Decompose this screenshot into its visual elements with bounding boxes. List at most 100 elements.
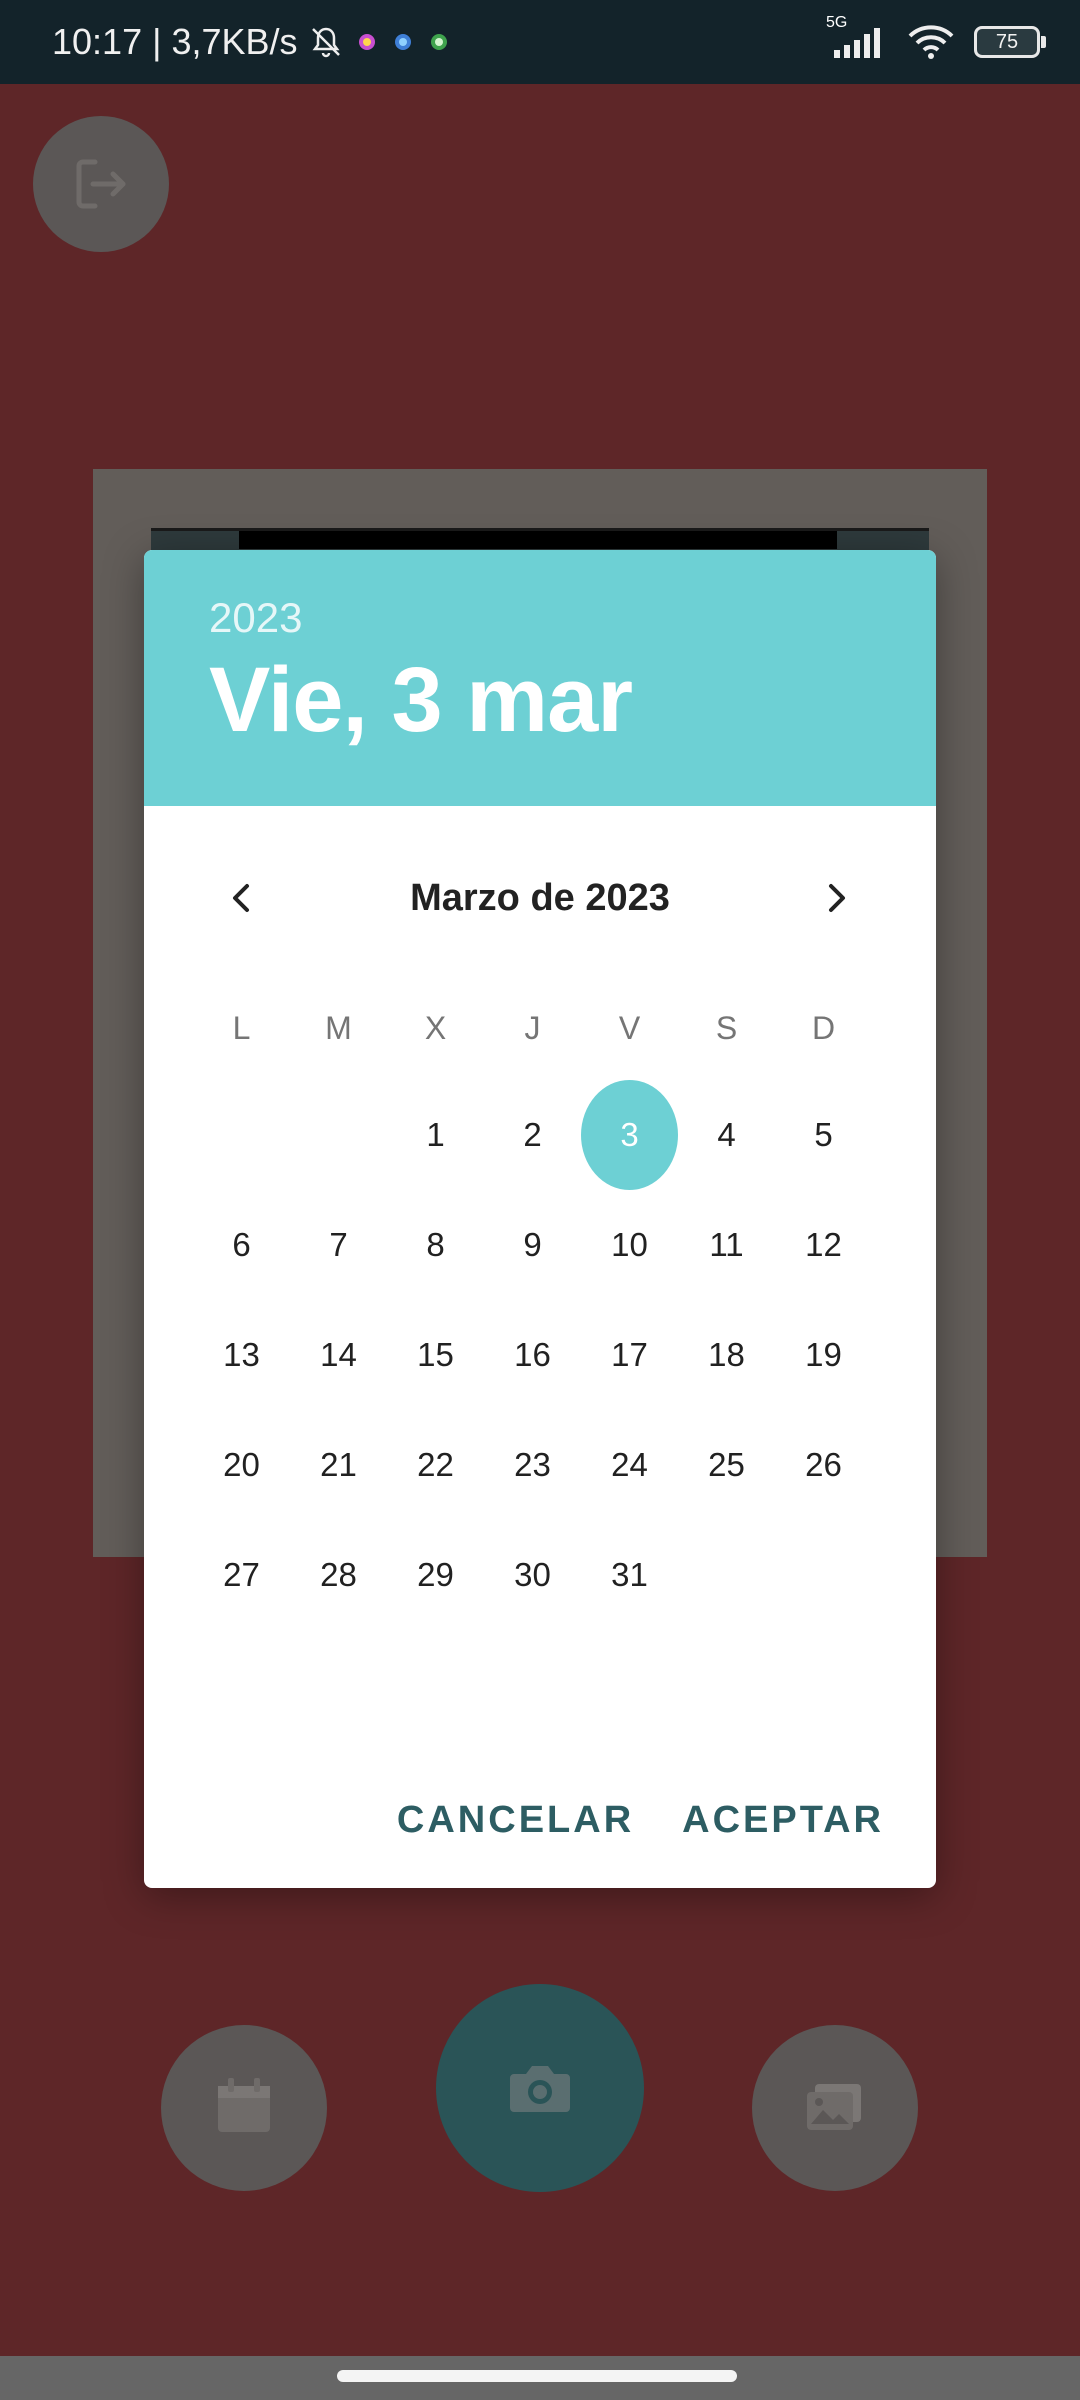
status-bar: 10:17 | 3,7KB/s 5G 75: [0, 0, 1080, 84]
home-indicator[interactable]: [337, 2370, 737, 2382]
day-label: 14: [320, 1336, 357, 1373]
day-cell[interactable]: 9: [484, 1190, 581, 1300]
day-cell[interactable]: 6: [193, 1190, 290, 1300]
day-cell[interactable]: 17: [581, 1300, 678, 1410]
day-cell[interactable]: 27: [193, 1520, 290, 1630]
signal-icon: 5G: [822, 14, 888, 60]
day-cell[interactable]: 26: [775, 1410, 872, 1520]
day-label: 29: [417, 1556, 454, 1593]
weekday-label: V: [618, 1010, 641, 1046]
day-cell[interactable]: 13: [193, 1300, 290, 1410]
day-label: 1: [426, 1116, 445, 1153]
day-label: 3: [581, 1080, 678, 1190]
gallery-icon: [807, 2084, 861, 2130]
day-cell[interactable]: 14: [290, 1300, 387, 1410]
calendar-button[interactable]: [161, 2025, 327, 2191]
day-label: 17: [611, 1336, 648, 1373]
day-label: 13: [223, 1336, 260, 1373]
day-label: 10: [611, 1226, 648, 1263]
day-cell[interactable]: 25: [678, 1410, 775, 1520]
day-label: 30: [514, 1556, 551, 1593]
day-cell[interactable]: 30: [484, 1520, 581, 1630]
network-type-label: 5G: [826, 14, 848, 31]
day-label: 23: [514, 1446, 551, 1483]
empty-day-cell: [290, 1080, 387, 1190]
day-cell[interactable]: 10: [581, 1190, 678, 1300]
day-cell[interactable]: 5: [775, 1080, 872, 1190]
day-label: 2: [523, 1116, 542, 1153]
day-cell[interactable]: 4: [678, 1080, 775, 1190]
day-cell[interactable]: 28: [290, 1520, 387, 1630]
weekday-header: L M X J V S D: [193, 1010, 873, 1060]
day-label: 15: [417, 1336, 454, 1373]
day-cell[interactable]: 18: [678, 1300, 775, 1410]
bell-muted-icon: [308, 24, 344, 60]
day-label: 27: [223, 1556, 260, 1593]
day-label: 12: [805, 1226, 842, 1263]
previous-month-button[interactable]: [194, 848, 290, 948]
cancel-button[interactable]: CANCELAR: [397, 1799, 634, 1842]
status-time: 10:17: [52, 21, 143, 62]
day-label: 7: [329, 1226, 348, 1263]
status-separator: |: [152, 21, 162, 62]
accept-button[interactable]: ACEPTAR: [682, 1799, 884, 1842]
date-picker-header: 2023 Vie, 3 mar: [144, 550, 936, 806]
day-label: 6: [232, 1226, 251, 1263]
battery-level: 75: [995, 30, 1019, 53]
weekday-label: D: [811, 1010, 836, 1046]
header-year[interactable]: 2023: [209, 594, 302, 642]
day-label: 28: [320, 1556, 357, 1593]
day-label: 8: [426, 1226, 445, 1263]
day-cell[interactable]: 7: [290, 1190, 387, 1300]
day-label: 5: [814, 1116, 833, 1153]
logout-button[interactable]: [33, 116, 169, 252]
day-label: 31: [611, 1556, 648, 1593]
day-cell[interactable]: 11: [678, 1190, 775, 1300]
next-month-button[interactable]: [788, 848, 884, 948]
chevron-left-icon: [233, 884, 249, 912]
day-cell-selected[interactable]: 3: [581, 1080, 678, 1190]
day-cell[interactable]: 15: [387, 1300, 484, 1410]
app-notification-icon: [390, 29, 416, 55]
chevron-right-icon: [829, 884, 845, 912]
calendar-icon: [218, 2078, 270, 2132]
day-cell[interactable]: 21: [290, 1410, 387, 1520]
day-cell[interactable]: 12: [775, 1190, 872, 1300]
calendar-grid: 1 2 3 4 5 6 7 8 9 10 11 12 13 14 15 16 17 18 19 20 21 22 23 24 2…: [193, 1080, 873, 1630]
dialog-actions: CANCELAR ACEPTAR: [397, 1780, 884, 1860]
logout-icon: [76, 159, 126, 209]
day-cell[interactable]: 23: [484, 1410, 581, 1520]
gallery-button[interactable]: [752, 2025, 918, 2191]
day-cell[interactable]: 16: [484, 1300, 581, 1410]
camera-icon: [510, 2066, 570, 2112]
day-label: 26: [805, 1446, 842, 1483]
weekday-label: L: [232, 1010, 251, 1046]
app-notification-icon: [426, 29, 452, 55]
day-label: 16: [514, 1336, 551, 1373]
battery-indicator: 75: [974, 26, 1046, 58]
day-cell[interactable]: 29: [387, 1520, 484, 1630]
day-label: 9: [523, 1226, 542, 1263]
day-cell[interactable]: 22: [387, 1410, 484, 1520]
status-right: 5G 75: [822, 0, 1046, 84]
day-label: 18: [708, 1336, 745, 1373]
day-cell[interactable]: 2: [484, 1080, 581, 1190]
day-cell[interactable]: 24: [581, 1410, 678, 1520]
day-label: 24: [611, 1446, 648, 1483]
day-label: 21: [320, 1446, 357, 1483]
header-selected-date[interactable]: Vie, 3 mar: [209, 648, 633, 753]
empty-day-cell: [775, 1520, 872, 1630]
day-label: 19: [805, 1336, 842, 1373]
day-cell[interactable]: 31: [581, 1520, 678, 1630]
day-cell[interactable]: 1: [387, 1080, 484, 1190]
status-left: 10:17 | 3,7KB/s: [52, 0, 452, 84]
camera-button[interactable]: [436, 1984, 644, 2192]
day-cell[interactable]: 19: [775, 1300, 872, 1410]
day-label: 11: [709, 1226, 744, 1263]
date-picker-dialog: 2023 Vie, 3 mar Marzo de 2023 L M X J V …: [144, 550, 936, 1888]
weekday-label: J: [524, 1010, 541, 1046]
day-label: 22: [417, 1446, 454, 1483]
day-cell[interactable]: 20: [193, 1410, 290, 1520]
day-cell[interactable]: 8: [387, 1190, 484, 1300]
wifi-icon: [906, 24, 956, 60]
